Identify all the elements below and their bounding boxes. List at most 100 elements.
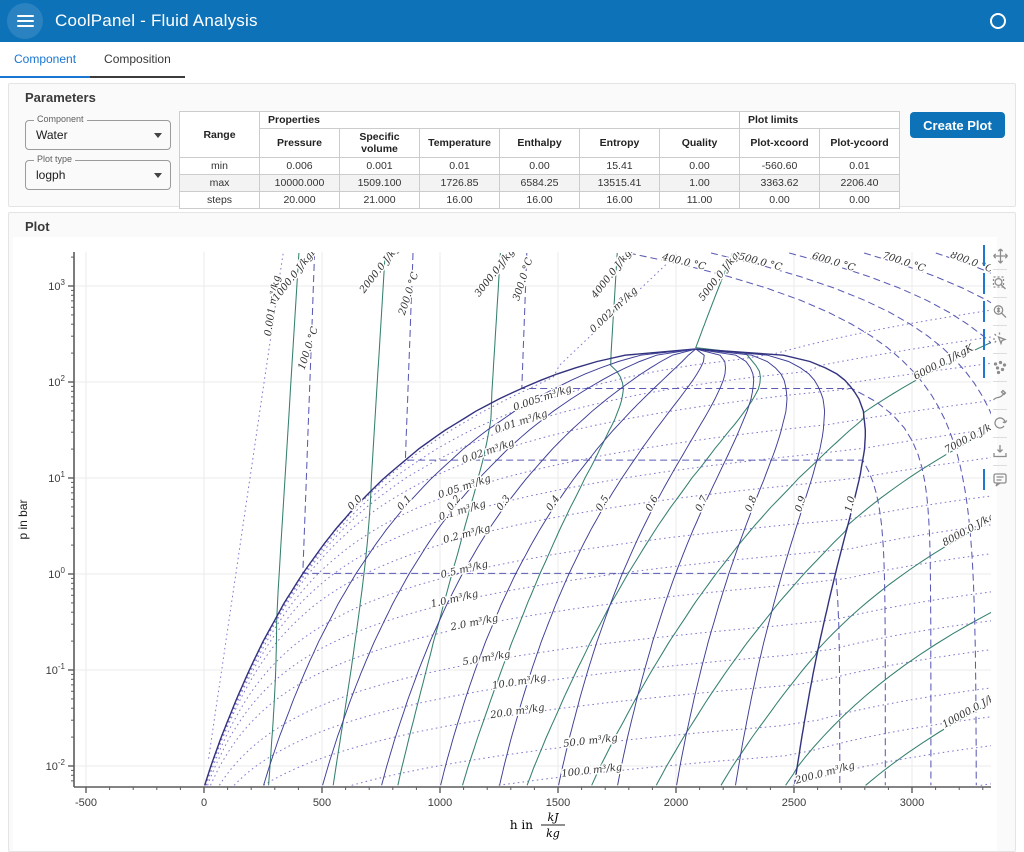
toolbar-separator [993, 269, 1007, 270]
table-corner: Range [180, 112, 260, 158]
table-cell[interactable]: 16.00 [500, 192, 580, 209]
bokeh-toolbar [987, 243, 1013, 492]
x-tick-label: 2000 [664, 797, 688, 809]
table-column-header: Plot-ycoord [820, 129, 900, 158]
table-group-header: Plot limits [740, 112, 900, 129]
component-select-label: Component [34, 114, 87, 124]
toolbar-separator [993, 297, 1007, 298]
hamburger-menu-button[interactable] [7, 3, 43, 39]
wheel-zoom-tool-button[interactable] [989, 301, 1011, 322]
tab-bar: Component Composition [0, 42, 1024, 78]
table-row: steps20.00021.00016.0016.0016.0011.000.0… [180, 192, 900, 209]
x-tick-label: 2500 [782, 797, 806, 809]
x-tick-label: 500 [313, 797, 331, 809]
toolbar-separator [993, 465, 1007, 466]
plot-type-select-label: Plot type [34, 154, 75, 164]
table-cell[interactable]: 0.00 [660, 158, 740, 175]
freehand-draw-icon [991, 387, 1009, 404]
row-label: max [180, 175, 260, 192]
toolbar-separator [993, 353, 1007, 354]
active-tool-indicator [983, 301, 985, 322]
table-cell[interactable]: 1509.100 [340, 175, 420, 192]
tap-select-icon [991, 331, 1009, 348]
table-cell[interactable]: 0.00 [500, 158, 580, 175]
svg-text:kJ: kJ [547, 811, 559, 824]
table-cell[interactable]: 21.000 [340, 192, 420, 209]
freehand-draw-tool-button[interactable] [989, 385, 1011, 406]
table-column-header: Enthalpy [500, 129, 580, 158]
y-axis-title: p in bar [16, 499, 30, 539]
reset-icon [991, 415, 1009, 432]
x-tick-label: 3000 [900, 797, 924, 809]
toolbar-separator [993, 325, 1007, 326]
lasso-select-tool-button[interactable] [989, 357, 1011, 378]
component-select[interactable]: Component Water [25, 120, 171, 150]
table-cell[interactable]: 13515.41 [580, 175, 660, 192]
x-tick-label: -500 [75, 797, 97, 809]
table-column-header: Plot-xcoord [740, 129, 820, 158]
table-cell[interactable]: 3363.62 [740, 175, 820, 192]
box-zoom-tool-button[interactable] [989, 273, 1011, 294]
table-cell[interactable]: 1726.85 [420, 175, 500, 192]
table-cell[interactable]: 1.00 [660, 175, 740, 192]
x-tick-label: 1500 [546, 797, 570, 809]
plot-title: Plot [25, 219, 50, 234]
box-zoom-icon [991, 275, 1009, 292]
x-tick-label: 0 [201, 797, 207, 809]
table-cell[interactable]: 2206.40 [820, 175, 900, 192]
busy-indicator-icon [990, 13, 1006, 29]
svg-text:h in: h in [510, 818, 533, 832]
save-tool-button[interactable] [989, 441, 1011, 462]
plot-type-select[interactable]: Plot type logph [25, 160, 171, 190]
table-group-header: Properties [260, 112, 740, 129]
app-header: CoolPanel - Fluid Analysis [0, 0, 1024, 42]
table-cell[interactable]: 15.41 [580, 158, 660, 175]
table-cell[interactable]: 20.000 [260, 192, 340, 209]
app-title: CoolPanel - Fluid Analysis [55, 11, 258, 31]
hover-tool-button[interactable] [989, 469, 1011, 490]
chevron-down-icon [154, 133, 162, 138]
table-cell[interactable]: 0.006 [260, 158, 340, 175]
active-tool-indicator [983, 273, 985, 294]
lasso-select-icon [991, 359, 1009, 376]
tab-component[interactable]: Component [0, 42, 90, 78]
toolbar-separator [993, 409, 1007, 410]
hover-icon [991, 471, 1009, 488]
plot-type-select-value: logph [36, 168, 65, 182]
table-column-header: Pressure [260, 129, 340, 158]
table-cell[interactable]: 10000.000 [260, 175, 340, 192]
table-column-header: Specific volume [340, 129, 420, 158]
svg-text:kg: kg [546, 827, 560, 840]
row-label: min [180, 158, 260, 175]
table-cell[interactable]: 16.00 [580, 192, 660, 209]
table-cell[interactable]: 0.01 [420, 158, 500, 175]
parameters-table: RangePropertiesPlot limits PressureSpecif… [179, 111, 900, 209]
row-label: steps [180, 192, 260, 209]
component-select-value: Water [36, 128, 68, 142]
create-plot-button[interactable]: Create Plot [910, 112, 1005, 138]
x-tick-label: 1000 [428, 797, 452, 809]
table-cell[interactable]: -560.60 [740, 158, 820, 175]
logph-diagram[interactable]: 0.001 m³/kg0.002 m³/kg0.005 m³/kg0.01 m³… [13, 237, 997, 851]
table-row: min0.0060.0010.010.0015.410.00-560.600.0… [180, 158, 900, 175]
pan-tool-button[interactable] [989, 245, 1011, 266]
tab-composition[interactable]: Composition [90, 42, 185, 78]
tap-select-tool-button[interactable] [989, 329, 1011, 350]
toolbar-separator [993, 437, 1007, 438]
table-column-header: Entropy [580, 129, 660, 158]
table-column-header: Quality [660, 129, 740, 158]
table-cell[interactable]: 11.00 [660, 192, 740, 209]
table-row: max10000.0001509.1001726.856584.2513515.… [180, 175, 900, 192]
active-tool-indicator [983, 469, 985, 490]
table-cell[interactable]: 0.001 [340, 158, 420, 175]
table-cell[interactable]: 0.01 [820, 158, 900, 175]
plot-card: Plot 0.001 m³/kg0.002 m³/kg0.005 m³/kg0.… [8, 212, 1016, 852]
table-cell[interactable]: 0.00 [740, 192, 820, 209]
table-cell[interactable]: 6584.25 [500, 175, 580, 192]
table-cell[interactable]: 16.00 [420, 192, 500, 209]
active-tool-indicator [983, 245, 985, 266]
toolbar-separator [993, 381, 1007, 382]
table-cell[interactable]: 0.00 [820, 192, 900, 209]
parameters-card: Parameters Component Water Plot type log… [8, 83, 1016, 207]
reset-tool-button[interactable] [989, 413, 1011, 434]
